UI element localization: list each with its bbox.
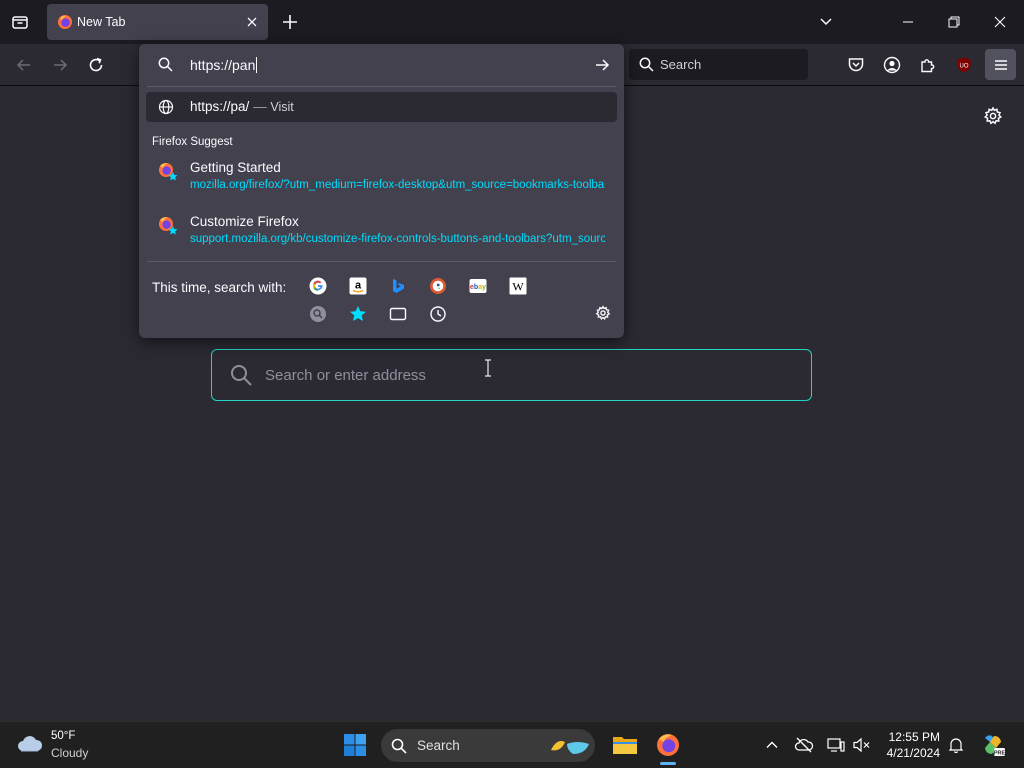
bing-icon[interactable] [389, 277, 407, 295]
weather-description: Cloudy [51, 746, 89, 760]
firefox-bookmark-icon [157, 215, 179, 237]
search-highlight-art-icon [549, 736, 593, 756]
oneoff-search-label: This time, search with: [152, 280, 287, 295]
back-arrow-icon[interactable] [12, 53, 36, 77]
svg-text:ebay: ebay [470, 284, 486, 291]
clock-date[interactable]: 4/21/2024 [878, 746, 940, 760]
urlbar-dropdown: https://pan https://pa/ — Visit Firefox … [139, 44, 624, 338]
suggestion-getting-started[interactable]: Getting Started mozilla.org/firefox/?utm… [146, 155, 617, 201]
search-engine-mode-icon[interactable] [309, 305, 327, 323]
search-settings-gear-icon[interactable] [595, 305, 611, 321]
toolbar-search-box[interactable]: Search [629, 49, 808, 80]
close-window-icon[interactable] [988, 10, 1012, 34]
windows-start-icon[interactable] [343, 733, 367, 757]
firefox-taskbar-icon[interactable] [653, 730, 683, 760]
volume-muted-icon[interactable] [852, 735, 872, 755]
svg-text:a: a [355, 280, 362, 292]
svg-text:UO: UO [960, 64, 969, 70]
taskbar-search[interactable]: Search [381, 729, 595, 762]
weather-temperature: 50°F [51, 730, 76, 742]
duckduckgo-icon[interactable] [429, 277, 447, 295]
file-explorer-icon[interactable] [610, 730, 640, 760]
windows-taskbar: 50°F Cloudy Search 12:55 PM 4/21/2024 PR… [0, 721, 1024, 768]
list-all-tabs-chevron-icon[interactable] [814, 10, 838, 34]
toolbar-search-placeholder: Search [660, 57, 702, 72]
onedrive-offline-icon[interactable] [794, 735, 814, 755]
reload-icon[interactable] [84, 53, 108, 77]
account-icon[interactable] [880, 53, 904, 77]
clock-time[interactable]: 12:55 PM [878, 730, 940, 744]
cloudy-weather-icon[interactable] [16, 732, 44, 756]
search-icon [230, 364, 252, 386]
globe-icon [158, 99, 174, 115]
suggestion-url: support.mozilla.org/kb/customize-firefox… [190, 233, 605, 245]
urlbar-input[interactable]: https://pan [139, 44, 624, 86]
divider [147, 261, 616, 262]
tab-bar: New Tab [0, 0, 1024, 44]
history-mode-clock-icon[interactable] [429, 305, 447, 323]
suggestion-title: Customize Firefox [190, 214, 299, 229]
search-icon [391, 738, 407, 754]
wikipedia-icon[interactable]: W [509, 277, 527, 295]
hamburger-menu-icon[interactable] [985, 49, 1016, 80]
newtab-search-field[interactable]: Search or enter address [211, 349, 812, 401]
firefox-bookmark-icon [157, 161, 179, 183]
search-icon [639, 57, 654, 72]
tab-new-tab[interactable]: New Tab [47, 4, 268, 40]
tab-title: New Tab [77, 15, 126, 29]
bookmarks-mode-star-icon[interactable] [349, 305, 367, 323]
ublock-origin-icon[interactable]: UO [952, 53, 976, 77]
notification-bell-icon[interactable] [946, 735, 966, 755]
restore-icon[interactable] [942, 10, 966, 34]
tabs-mode-icon[interactable] [389, 305, 407, 323]
firefox-logo-icon [57, 14, 73, 30]
network-display-icon[interactable] [826, 735, 846, 755]
new-tab-plus-icon[interactable] [280, 12, 300, 32]
svg-text:PRE: PRE [994, 751, 1006, 757]
active-app-indicator [660, 762, 676, 765]
visit-url-result[interactable]: https://pa/ — Visit [146, 92, 617, 122]
visit-result-text: https://pa/ — Visit [190, 99, 294, 114]
firefox-suggest-label: Firefox Suggest [152, 136, 233, 148]
newtab-search-placeholder: Search or enter address [265, 367, 426, 384]
divider [147, 86, 616, 87]
suggestion-customize-firefox[interactable]: Customize Firefox support.mozilla.org/kb… [146, 209, 617, 255]
google-icon[interactable] [309, 277, 327, 295]
firefox-view-icon[interactable] [8, 10, 32, 34]
forward-arrow-icon[interactable] [48, 53, 72, 77]
go-arrow-icon[interactable] [594, 57, 610, 73]
taskbar-search-label: Search [417, 738, 460, 753]
personalize-gear-icon[interactable] [983, 106, 1003, 126]
svg-text:W: W [512, 280, 524, 294]
amazon-icon[interactable]: a [349, 277, 367, 295]
search-icon [158, 57, 173, 72]
suggestion-url: mozilla.org/firefox/?utm_medium=firefox-… [190, 179, 605, 191]
suggestion-title: Getting Started [190, 160, 281, 175]
close-tab-icon[interactable] [244, 14, 260, 30]
minimize-icon[interactable] [896, 10, 920, 34]
ebay-icon[interactable]: ebay [469, 277, 487, 295]
pocket-icon[interactable] [844, 53, 868, 77]
copilot-icon[interactable]: PRE [980, 732, 1006, 758]
urlbar-typed-text: https://pan [190, 57, 258, 73]
extensions-puzzle-icon[interactable] [916, 53, 940, 77]
text-cursor-icon [484, 359, 492, 377]
show-hidden-icons-chevron-icon[interactable] [762, 735, 782, 755]
